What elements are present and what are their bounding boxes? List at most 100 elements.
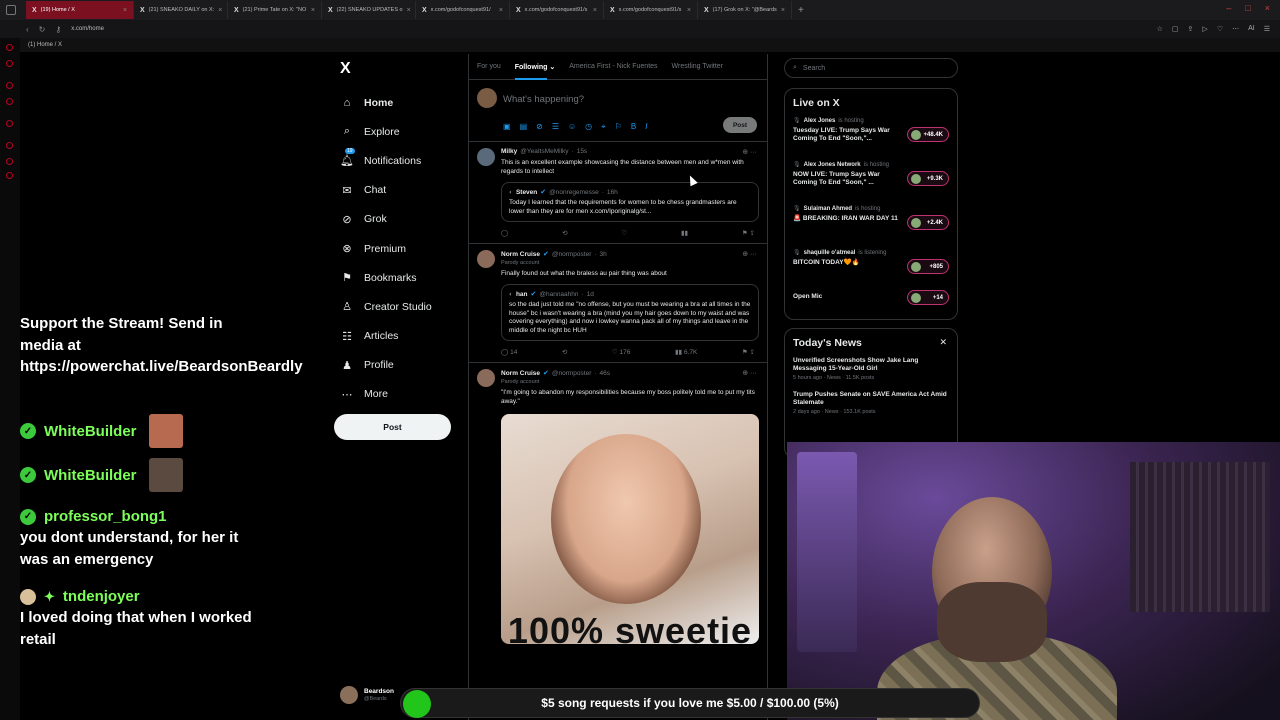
tweet-time[interactable]: 3h xyxy=(600,251,607,258)
nav-item-notifications[interactable]: 🔔︎ 19 Notifications xyxy=(340,146,432,175)
menu-icon[interactable]: ☰ xyxy=(1264,25,1270,33)
reply-button[interactable]: ◯ 14 xyxy=(501,348,517,356)
gif-icon[interactable]: ▤ xyxy=(520,122,528,132)
live-space[interactable]: Open Mic +14 xyxy=(793,290,949,315)
views-icon[interactable]: ▮▮ xyxy=(681,229,688,237)
nav-item-chat[interactable]: ✉ Chat xyxy=(340,176,432,205)
minimize-icon[interactable]: – xyxy=(1226,3,1231,13)
new-tab-icon[interactable]: + xyxy=(798,5,804,16)
nav-item-articles[interactable]: ☷ Articles xyxy=(340,322,432,351)
image-icon[interactable]: ▣ xyxy=(503,122,511,132)
more-icon[interactable]: ⊕ ··· xyxy=(742,369,757,377)
post-button[interactable]: Post xyxy=(334,414,451,440)
browser-tab[interactable]: Xx.com/godofconquest91/s × xyxy=(510,1,604,19)
avatar[interactable] xyxy=(477,369,495,387)
back-icon[interactable]: ‹ xyxy=(26,25,29,34)
nav-item-explore[interactable]: ⌕ Explore xyxy=(340,117,432,146)
tab-following[interactable]: Following ⌄ xyxy=(514,63,555,80)
live-space[interactable]: 🎙︎ Alex Jones is hosting Tuesday LIVE: Tru… xyxy=(793,117,949,161)
sidebar-app-icon[interactable] xyxy=(6,172,13,179)
compose-input[interactable]: What's happening? xyxy=(503,94,584,105)
more-icon[interactable]: ⊕ ··· xyxy=(742,148,757,156)
live-space[interactable]: 🎙︎ Sulaiman Ahmed is hosting 🚨 BREAKING: I… xyxy=(793,205,949,249)
quote-tweet[interactable]: ◐ han ✔ @hannaahhn · 1d so the dad just told … xyxy=(501,284,759,341)
browser-tab[interactable]: X (21) SNEAKO DAILY on X: × xyxy=(134,1,228,19)
emoji-icon[interactable]: ☺ xyxy=(568,122,576,132)
schedule-icon[interactable]: ◷ xyxy=(585,122,592,132)
tweet-author[interactable]: Norm Cruise xyxy=(501,251,540,258)
close-tab-icon[interactable]: × xyxy=(593,7,597,14)
bookmark-share-icons[interactable]: ⚑ ⇪ xyxy=(742,348,755,356)
reply-icon[interactable]: ◯ xyxy=(501,229,508,237)
maximize-icon[interactable]: □ xyxy=(1245,3,1250,13)
browser-tab[interactable]: X (21) Prime Tate on X: "NO × xyxy=(228,1,322,19)
search-input[interactable]: ⌕ Search xyxy=(784,58,958,78)
live-space[interactable]: 🎙︎ shaquille o'atmeal is listening BITCOIN… xyxy=(793,249,949,293)
tweet[interactable]: Milky @YeaItsMeMilky · 15s ⊕ ··· This is an… xyxy=(469,142,767,244)
tweet-handle[interactable]: @normposter xyxy=(552,251,591,258)
sidebar-app-icon[interactable] xyxy=(6,44,13,51)
flag-icon[interactable]: ⚐ xyxy=(615,122,622,132)
nav-item-profile[interactable]: ♟ Profile xyxy=(340,351,432,380)
nav-item-grok[interactable]: ⊘ Grok xyxy=(340,205,432,234)
tweet-time[interactable]: 15s xyxy=(577,148,587,155)
close-window-icon[interactable]: × xyxy=(1265,3,1270,13)
window-menu-icon[interactable] xyxy=(6,5,16,15)
tab-list-wrestling[interactable]: Wrestling Twitter xyxy=(672,63,723,70)
close-icon[interactable]: ✕ xyxy=(939,337,947,348)
close-tab-icon[interactable]: × xyxy=(123,7,127,14)
tweet[interactable]: Norm Cruise ✔ @normposter · 46s ⊕ ··· Parody… xyxy=(469,363,767,650)
like-icon[interactable]: ♡ xyxy=(621,229,627,237)
browser-tab[interactable]: Xx.com/godofconquest91/s × xyxy=(604,1,698,19)
avatar[interactable] xyxy=(477,148,495,166)
live-space[interactable]: 🎙︎ Alex Jones Network is hosting NOW LIVE:… xyxy=(793,161,949,205)
more-icon[interactable]: ⊕ ··· xyxy=(742,250,757,258)
browser-tab[interactable]: Xx.com/godofconquest91/ × xyxy=(416,1,510,19)
browser-tab[interactable]: X (19) Home / X × xyxy=(26,1,134,19)
reload-icon[interactable]: ↻ xyxy=(39,25,46,34)
browser-tab[interactable]: X (22) SNEAKO UPDATES o × xyxy=(322,1,416,19)
retweet-icon[interactable]: ⟲ xyxy=(562,348,567,356)
ai-button[interactable]: AI xyxy=(1248,25,1255,33)
close-tab-icon[interactable]: × xyxy=(218,7,222,14)
close-tab-icon[interactable]: × xyxy=(781,7,785,14)
nav-item-home[interactable]: ⌂ Home xyxy=(340,88,432,117)
sidebar-app-icon[interactable] xyxy=(6,60,13,67)
sidebar-app-icon[interactable] xyxy=(6,142,13,149)
avatar[interactable] xyxy=(477,250,495,268)
tab-for-you[interactable]: For you xyxy=(477,63,501,70)
account-switcher[interactable]: Beardson @Beards xyxy=(340,686,394,704)
close-tab-icon[interactable]: × xyxy=(687,7,691,14)
browser-tab[interactable]: X (17) Grok on X: "@Beards × xyxy=(698,1,792,19)
tweet-author[interactable]: Norm Cruise xyxy=(501,370,540,377)
nav-item-bookmarks[interactable]: ⚑ Bookmarks xyxy=(340,263,432,292)
bookmark-star-icon[interactable]: ☆ xyxy=(1157,25,1163,33)
bookmark-share-icons[interactable]: ⚑ ⇪ xyxy=(742,229,755,237)
poll-icon[interactable]: ☰ xyxy=(552,122,559,132)
italic-icon[interactable]: I xyxy=(645,122,647,132)
news-item[interactable]: Trump Pushes Senate on SAVE America Act … xyxy=(793,391,949,415)
tweet-image[interactable]: 100% sweetie xyxy=(501,414,759,644)
views-button[interactable]: ▮▮ 6.7K xyxy=(675,348,697,356)
tweet-handle[interactable]: @normposter xyxy=(552,370,591,377)
tweet[interactable]: Norm Cruise ✔ @normposter · 3h ⊕ ··· Parody … xyxy=(469,244,767,363)
tab-list-america-first[interactable]: America First - Nick Fuentes xyxy=(569,63,657,70)
news-item[interactable]: Unverified Screenshots Show Jake Lang Me… xyxy=(793,357,949,381)
bold-icon[interactable]: B xyxy=(631,122,636,132)
compose-post-button[interactable]: Post xyxy=(723,117,757,133)
nav-item-more[interactable]: ⋯ More xyxy=(340,380,432,409)
x-logo[interactable]: X xyxy=(340,60,351,78)
sidebar-app-icon[interactable] xyxy=(6,158,13,165)
grok-icon[interactable]: ⊘ xyxy=(536,122,543,132)
sidebar-app-icon[interactable] xyxy=(6,98,13,105)
site-info-icon[interactable]: ⚷ xyxy=(55,25,61,34)
share-icon[interactable]: ⇪ xyxy=(1188,25,1194,33)
close-tab-icon[interactable]: × xyxy=(499,7,503,14)
tweet-author[interactable]: Milky xyxy=(501,148,517,155)
tweet-handle[interactable]: @YeaItsMeMilky xyxy=(520,148,568,155)
sidebar-app-icon[interactable] xyxy=(6,82,13,89)
close-tab-icon[interactable]: × xyxy=(311,7,315,14)
sidebar-app-icon[interactable] xyxy=(6,120,13,127)
url-text[interactable]: x.com/home xyxy=(71,26,104,32)
nav-item-premium[interactable]: ⊗ Premium xyxy=(340,234,432,263)
